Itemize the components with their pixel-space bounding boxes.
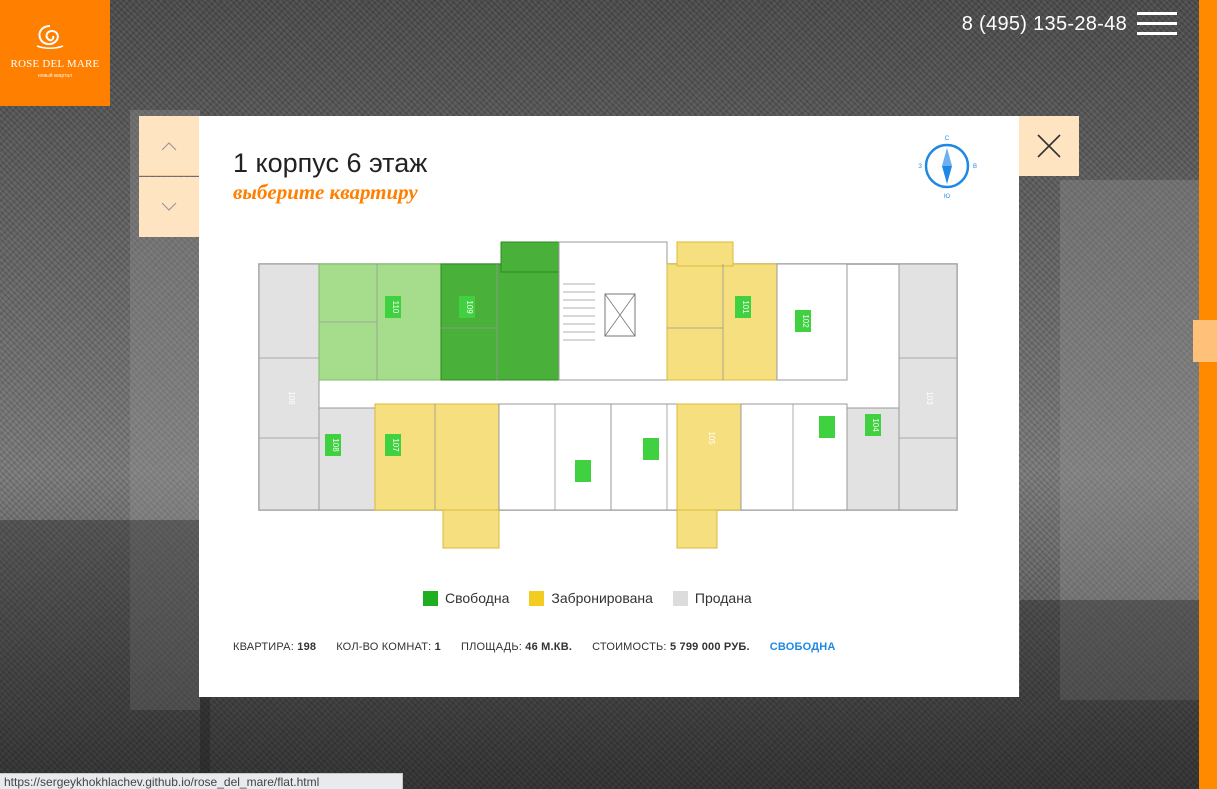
legend-sold: Продана <box>672 590 752 606</box>
floor-down-button[interactable] <box>139 177 199 237</box>
logo-subtitle: новый квартал <box>37 73 73 79</box>
side-scroll-handle[interactable] <box>1193 320 1217 362</box>
legend-label: Забронирована <box>551 590 653 606</box>
apartment-107[interactable] <box>374 403 500 511</box>
apartment-105[interactable] <box>676 403 742 511</box>
phone-number[interactable]: 8 (495) 135-28-48 <box>962 13 1127 36</box>
balcony <box>676 241 734 267</box>
chevron-down-icon <box>161 202 177 211</box>
apartment-101[interactable] <box>666 263 778 381</box>
info-rooms: КОЛ-ВО КОМНАТ: 1 <box>336 641 441 653</box>
info-value: 46 М.КВ. <box>525 641 573 653</box>
legend-swatch <box>423 590 438 606</box>
svg-text:С: С <box>945 136 950 142</box>
site-logo[interactable]: ROSE DEL MARE новый квартал <box>0 0 110 106</box>
chevron-up-icon <box>161 141 177 150</box>
legend-reserved: Забронирована <box>529 590 653 606</box>
svg-text:В: В <box>973 164 977 170</box>
apartment-info: КВАРТИРА: 198 КОЛ-ВО КОМНАТ: 1 ПЛОЩАДЬ: … <box>233 641 836 653</box>
rose-logo-icon <box>36 25 64 49</box>
floor-plan-modal: 1 корпус 6 этаж выберите квартиру С Ю З … <box>199 116 1019 697</box>
background-trees <box>1020 600 1200 789</box>
apartment-number: 108 <box>331 438 340 452</box>
apartment-number: 104 <box>871 418 880 432</box>
legend-label: Свободна <box>445 590 510 606</box>
apartment-number: 109 <box>465 300 474 314</box>
side-scroll-bar[interactable] <box>1199 0 1217 789</box>
info-label: СТОИМОСТЬ: <box>592 641 667 653</box>
browser-status-url: https://sergeykhokhlachev.github.io/rose… <box>0 773 403 789</box>
balcony <box>676 509 718 549</box>
modal-subtitle: выберите квартиру <box>233 180 418 204</box>
legend-swatch <box>529 590 545 606</box>
stair-core <box>558 241 668 381</box>
info-value: 1 <box>434 641 441 653</box>
info-label: КОЛ-ВО КОМНАТ: <box>336 641 432 653</box>
info-value: 198 <box>297 641 317 653</box>
hamburger-menu-icon[interactable] <box>1137 12 1177 36</box>
background-trees <box>0 520 210 789</box>
status-legend: Свободна Забронирована Продана <box>423 590 752 606</box>
apartment-number: 110 <box>391 301 400 314</box>
svg-text:Ю: Ю <box>944 194 950 200</box>
balcony <box>442 509 500 549</box>
apartment-103[interactable] <box>898 263 958 511</box>
info-value: 5 799 000 РУБ. <box>669 641 750 653</box>
close-button[interactable] <box>1019 116 1079 176</box>
legend-label: Продана <box>694 590 752 606</box>
modal-title: 1 корпус 6 этаж <box>233 148 428 178</box>
compass-icon: С Ю З В <box>918 136 977 200</box>
apartment-number: 107 <box>391 438 400 452</box>
apartment-102[interactable] <box>776 263 848 381</box>
apartment-109[interactable] <box>440 263 560 381</box>
apartment-number: 106 <box>287 391 296 405</box>
corridor <box>365 378 853 404</box>
info-label: ПЛОЩАДЬ: <box>460 641 523 653</box>
floor-plan[interactable]: 101 102 103 104 105 106 107 108 109 110 <box>257 238 961 554</box>
legend-swatch <box>672 590 688 606</box>
apartment-number: 101 <box>741 300 750 314</box>
apartment-108[interactable] <box>318 407 376 511</box>
info-label: КВАРТИРА: <box>233 641 294 653</box>
svg-text:З: З <box>918 164 922 170</box>
apartment-number: 105 <box>707 431 716 445</box>
apartment-number: 103 <box>925 391 934 405</box>
balcony <box>500 241 560 273</box>
info-apartment: КВАРТИРА: 198 <box>233 641 316 653</box>
close-icon <box>1037 134 1061 158</box>
legend-free: Свободна <box>423 590 509 606</box>
apartment-number: 102 <box>801 314 810 328</box>
info-price: СТОИМОСТЬ: 5 799 000 РУБ. <box>592 641 750 653</box>
info-area: ПЛОЩАДЬ: 46 М.КВ. <box>461 641 572 653</box>
info-status[interactable]: СВОБОДНА <box>770 641 836 653</box>
floor-up-button[interactable] <box>139 116 199 176</box>
apartment-106[interactable] <box>258 263 320 511</box>
logo-title: ROSE DEL MARE <box>10 58 100 70</box>
